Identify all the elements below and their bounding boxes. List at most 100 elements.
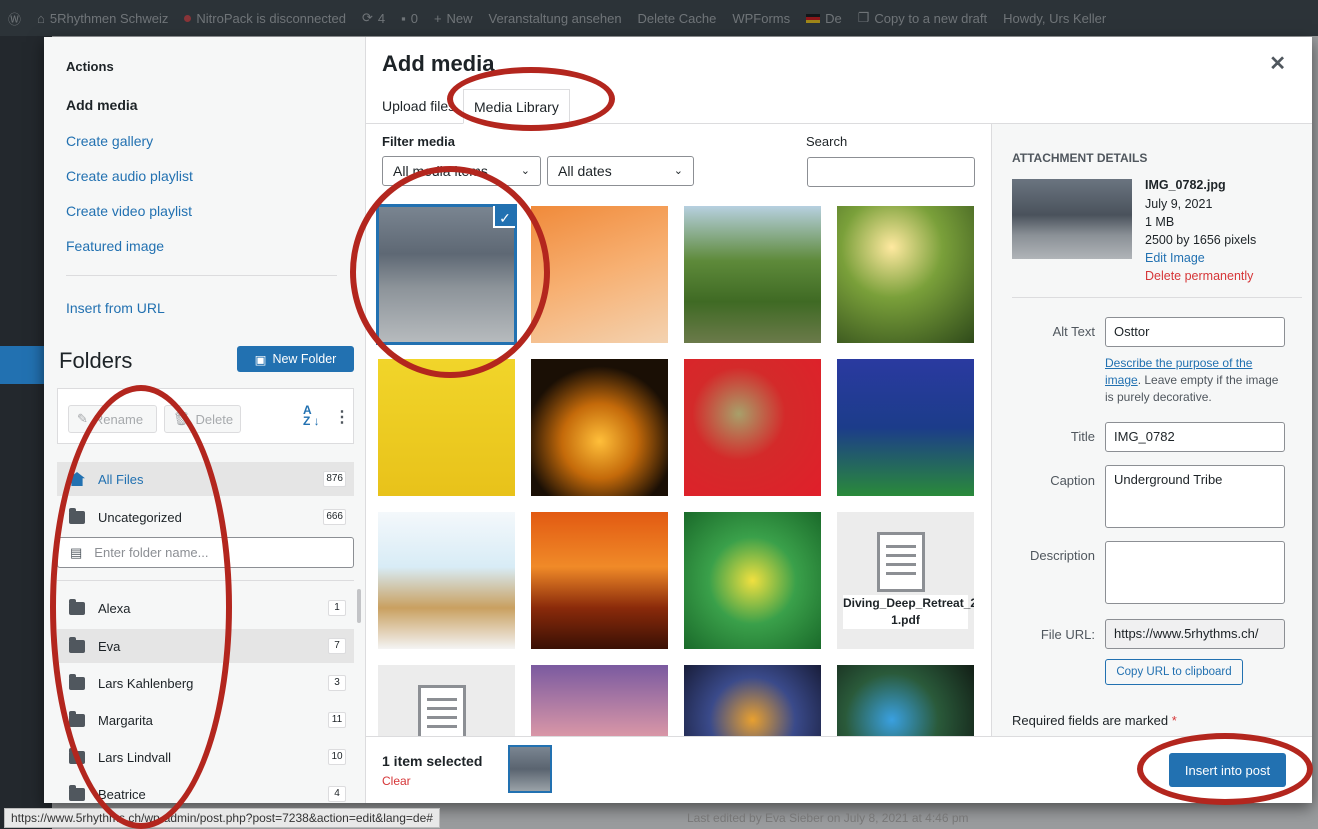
attachment-tile-pdf[interactable]: Diving_Deep_Retreat_2021-1.pdf [837, 512, 974, 649]
insert-into-post-button[interactable]: Insert into post [1169, 753, 1286, 787]
attachment-tile[interactable] [531, 512, 668, 649]
menu-create-video-playlist[interactable]: Create video playlist [66, 203, 192, 219]
howdy-account[interactable]: Howdy, Urs Keller [995, 11, 1114, 26]
folder-name: Beatrice [98, 786, 146, 802]
media-type-select[interactable]: All media items ⌄ [382, 156, 541, 186]
attachment-tile[interactable] [684, 206, 821, 343]
folder-name: Uncategorized [98, 509, 182, 525]
language-switcher[interactable]: De [798, 11, 850, 26]
sort-az-icon[interactable]: AZ ↓ [303, 404, 321, 429]
copy-url-button[interactable]: Copy URL to clipboard [1105, 659, 1243, 685]
folder-search-placeholder: Enter folder name... [94, 545, 209, 560]
title-label: Title [1070, 429, 1095, 444]
attachment-tile[interactable] [684, 359, 821, 496]
menu-create-audio-playlist[interactable]: Create audio playlist [66, 168, 193, 184]
menu-featured-image[interactable]: Featured image [66, 238, 164, 254]
details-divider [1012, 297, 1302, 298]
new-folder-button[interactable]: ▣ New Folder [237, 346, 354, 372]
required-note: Required fields are marked * [1012, 713, 1177, 728]
folder-icon [69, 784, 85, 801]
folder-item[interactable]: Lars Kahlenberg 3 [57, 666, 354, 700]
more-options-icon[interactable]: ⋮ [334, 407, 350, 427]
folder-icon [69, 710, 85, 727]
folder-search-icon: ▤ [70, 544, 83, 560]
folder-item[interactable]: Margarita 11 [57, 703, 354, 737]
attachment-tile[interactable] [837, 206, 974, 343]
clear-selection-link[interactable]: Clear [382, 774, 411, 788]
language-label: De [825, 10, 842, 26]
folder-count: 666 [323, 509, 346, 525]
selection-thumbnail[interactable] [508, 745, 552, 793]
media-toolbar: 1 item selected Clear Insert into post [366, 736, 1312, 803]
wpforms-link[interactable]: WPForms [724, 11, 798, 26]
new-content-link[interactable]: + New [426, 11, 481, 26]
description-textarea[interactable] [1105, 541, 1285, 604]
folder-toolbar: ✎ Rename 🗑 Delete AZ ↓ ⋮ [57, 388, 354, 444]
copy-draft-link[interactable]: ❐ Copy to a new draft [850, 10, 995, 26]
folder-name: Lars Lindvall [98, 749, 171, 765]
attachment-tile[interactable]: ✓ [376, 204, 517, 345]
attachment-tile[interactable] [837, 359, 974, 496]
folder-item[interactable]: Eva 7 [57, 629, 354, 663]
caption-textarea[interactable]: Underground Tribe [1105, 465, 1285, 528]
details-dimensions: 2500 by 1656 pixels [1145, 233, 1257, 247]
check-icon[interactable]: ✓ [493, 206, 515, 228]
file-url-input[interactable]: https://www.5rhythms.ch/ [1105, 619, 1285, 649]
menu-create-gallery[interactable]: Create gallery [66, 133, 153, 149]
folder-count: 10 [328, 749, 346, 765]
file-url-label: File URL: [1040, 627, 1095, 642]
nitropack-status[interactable]: NitroPack is disconnected [176, 11, 354, 26]
required-star: * [1171, 713, 1177, 728]
wordpress-logo-icon[interactable]: Ⓦ [0, 9, 29, 28]
updates-link[interactable]: ⟳ 4 [354, 10, 393, 26]
home-folder-icon [69, 472, 85, 486]
folders-title: Folders [59, 348, 133, 373]
menu-insert-from-url[interactable]: Insert from URL [66, 300, 165, 316]
site-name-link[interactable]: ⌂ 5Rhythmen Schweiz [29, 11, 176, 26]
attachment-tile[interactable] [684, 665, 821, 736]
chevron-down-icon: ⌄ [673, 165, 683, 177]
folder-item[interactable]: Lars Lindvall 10 [57, 740, 354, 774]
folder-search-input[interactable]: ▤ Enter folder name... [57, 537, 354, 568]
delete-folder-button[interactable]: 🗑 Delete [164, 405, 241, 433]
folder-icon [69, 507, 85, 524]
delete-permanently-link[interactable]: Delete permanently [1145, 269, 1253, 283]
folder-icon [69, 747, 85, 764]
required-text: Required fields are marked [1012, 713, 1169, 728]
attachment-tile[interactable] [378, 665, 515, 736]
tab-media-library[interactable]: Media Library [463, 89, 570, 124]
comments-link[interactable]: ▪ 0 [393, 11, 426, 26]
folder-all-files[interactable]: All Files 876 [57, 462, 354, 496]
attachment-tile[interactable] [531, 359, 668, 496]
site-name-label: 5Rhythmen Schweiz [49, 10, 169, 26]
close-icon[interactable]: ✕ [1269, 51, 1286, 76]
attachment-tile[interactable] [531, 665, 668, 736]
menu-add-media[interactable]: Add media [66, 97, 138, 113]
tab-upload-files[interactable]: Upload files [372, 89, 465, 124]
document-icon [418, 685, 466, 736]
rename-folder-button[interactable]: ✎ Rename [68, 405, 157, 433]
title-input[interactable]: IMG_0782 [1105, 422, 1285, 452]
menu-divider [66, 275, 337, 276]
caption-label: Caption [1050, 473, 1095, 488]
attachment-tile[interactable] [837, 665, 974, 736]
media-search-input[interactable] [807, 157, 975, 187]
attachment-tile[interactable] [531, 206, 668, 343]
view-event-link[interactable]: Veranstaltung ansehen [481, 11, 630, 26]
media-menu: Actions Add media Create gallery Create … [44, 37, 366, 803]
edit-image-link[interactable]: Edit Image [1145, 251, 1205, 265]
date-select[interactable]: All dates ⌄ [547, 156, 694, 186]
folder-item[interactable]: Beatrice 4 [57, 777, 354, 803]
browser-status-bar: https://www.5rhythms.ch/wp-admin/post.ph… [0, 807, 1318, 829]
filter-label: Filter media [382, 134, 455, 149]
delete-cache-link[interactable]: Delete Cache [630, 11, 725, 26]
copy-icon: ❐ [857, 10, 870, 25]
attachment-tile[interactable] [378, 359, 515, 496]
alt-text-input[interactable]: Osttor [1105, 317, 1285, 347]
folder-item[interactable]: Alexa 1 [57, 591, 354, 625]
attachment-tile[interactable] [378, 512, 515, 649]
attachment-tile[interactable] [684, 512, 821, 649]
folder-uncategorized[interactable]: Uncategorized 666 [57, 500, 354, 534]
rename-label: Rename [93, 411, 144, 427]
folder-scrollbar[interactable] [357, 589, 361, 623]
